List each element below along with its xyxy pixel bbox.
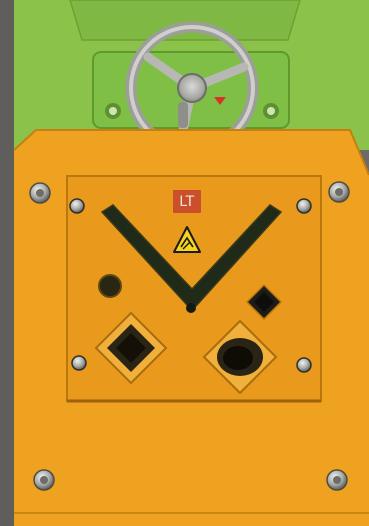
ironworker-machine	[0, 0, 369, 526]
guard-bolt	[326, 469, 348, 491]
round-hole	[98, 274, 122, 298]
machine-photo: LT	[0, 0, 369, 526]
brand-plate: LT	[173, 190, 201, 213]
guard-bolt	[33, 469, 55, 491]
plate-bolt	[71, 355, 87, 371]
green-top-panel	[69, 0, 301, 41]
plate-bolt	[296, 198, 312, 214]
guard-bolt	[328, 181, 350, 203]
guard-bolt	[29, 182, 51, 204]
plate-bolt	[296, 357, 312, 373]
plate-bolt	[69, 198, 85, 214]
pivot-hole	[186, 303, 196, 313]
